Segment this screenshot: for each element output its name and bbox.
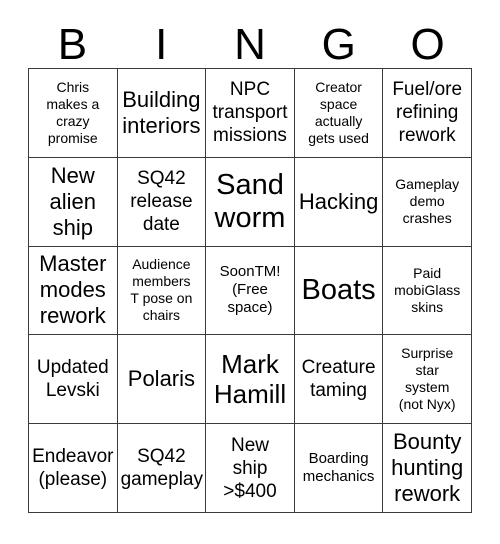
bingo-cell[interactable]: Creature taming (294, 335, 384, 425)
bingo-header-letter-n: N (234, 20, 266, 69)
bingo-cell[interactable]: Master modes rework (29, 246, 118, 336)
bingo-cell[interactable]: New alien ship (29, 157, 118, 247)
bingo-cell[interactable]: Building interiors (117, 69, 207, 158)
bingo-cell-label: SoonTM! (Free space) (219, 263, 281, 317)
bingo-cell[interactable]: Creator space actually gets used (294, 69, 384, 158)
bingo-cell-label: New alien ship (49, 162, 97, 240)
bingo-header-row: B I N G O (28, 14, 472, 68)
bingo-cell-label: Endeavor (please) (32, 446, 114, 491)
bingo-cell-label: SQ42 release date (130, 168, 193, 236)
bingo-cell[interactable]: NPC transport missions (206, 69, 295, 158)
bingo-cell[interactable]: Boarding mechanics (294, 424, 384, 513)
bingo-grid: Chris makes a crazy promise Building int… (28, 68, 472, 513)
bingo-cell-label: NPC transport missions (212, 79, 288, 147)
bingo-cell[interactable]: SQ42 release date (117, 157, 207, 247)
bingo-cell-label: Boats (301, 273, 376, 306)
bingo-header-letter-o: O (410, 20, 445, 69)
bingo-cell-label: Bounty hunting rework (391, 429, 464, 507)
bingo-cell-label: Hacking (298, 188, 379, 214)
bingo-card: B I N G O Chris makes a crazy promise Bu… (0, 0, 500, 544)
bingo-cell[interactable]: Mark Hamill (206, 335, 295, 425)
bingo-cell[interactable]: Audience members T pose on chairs (117, 246, 207, 336)
bingo-cell-label: Fuel/ore refining rework (392, 79, 463, 147)
bingo-cell-label: Boarding mechanics (302, 450, 375, 486)
bingo-cell[interactable]: Sand worm (206, 157, 295, 247)
bingo-cell-label: Sand worm (214, 168, 286, 234)
bingo-cell[interactable]: Surprise star system (not Nyx) (383, 335, 472, 425)
bingo-cell-free-space[interactable]: SoonTM! (Free space) (206, 246, 295, 336)
bingo-header-letter-b: B (57, 20, 88, 69)
bingo-cell-label: Updated Levski (36, 357, 109, 402)
bingo-cell[interactable]: Polaris (117, 335, 207, 425)
bingo-cell[interactable]: Updated Levski (29, 335, 118, 425)
bingo-cell[interactable]: Fuel/ore refining rework (383, 69, 472, 158)
bingo-cell-label: Surprise star system (not Nyx) (398, 345, 456, 413)
bingo-cell-label: Audience members T pose on chairs (130, 256, 193, 324)
bingo-cell-label: Polaris (127, 366, 196, 392)
bingo-cell[interactable]: Hacking (294, 157, 384, 247)
bingo-cell[interactable]: SQ42 gameplay (117, 424, 207, 513)
bingo-cell-label: Gameplay demo crashes (395, 176, 460, 227)
bingo-cell[interactable]: New ship >$400 (206, 424, 295, 513)
bingo-cell-label: Chris makes a crazy promise (46, 78, 100, 146)
bingo-header-letter-g: G (321, 20, 356, 69)
bingo-cell[interactable]: Boats (294, 246, 384, 336)
bingo-cell-label: Creature taming (301, 357, 376, 402)
bingo-cell[interactable]: Paid mobiGlass skins (383, 246, 472, 336)
bingo-cell-label: Paid mobiGlass skins (394, 264, 461, 315)
bingo-header-letter-i: I (155, 20, 168, 69)
bingo-cell-label: Building interiors (122, 86, 201, 138)
bingo-cell-label: SQ42 gameplay (120, 446, 203, 491)
bingo-cell[interactable]: Gameplay demo crashes (383, 157, 472, 247)
bingo-cell[interactable]: Bounty hunting rework (383, 424, 472, 513)
bingo-cell-label: Creator space actually gets used (308, 78, 369, 146)
bingo-cell-label: New ship >$400 (223, 434, 277, 502)
bingo-cell-label: Master modes rework (39, 251, 107, 329)
bingo-cell-label: Mark Hamill (213, 349, 287, 410)
bingo-cell[interactable]: Chris makes a crazy promise (29, 69, 118, 158)
bingo-cell[interactable]: Endeavor (please) (29, 424, 118, 513)
